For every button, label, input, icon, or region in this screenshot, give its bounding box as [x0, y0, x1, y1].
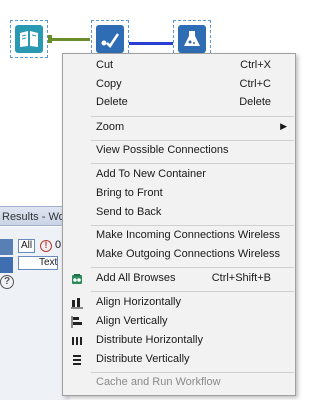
menu-separator: [91, 116, 294, 117]
align-horizontal-icon: [71, 298, 83, 309]
results-body: All ! 0 Text ?: [0, 227, 70, 400]
menu-item-zoom[interactable]: Zoom ▶: [63, 119, 295, 138]
delete-label: Delete: [96, 96, 128, 108]
distribute-horizontal-icon: [72, 337, 82, 345]
menu-item-send-back[interactable]: Send to Back: [63, 204, 295, 223]
menu-item-copy[interactable]: Copy Ctrl+C: [63, 76, 295, 95]
cut-shortcut: Ctrl+X: [240, 59, 271, 71]
error-icon[interactable]: !: [40, 240, 52, 252]
align-vertical-icon: [71, 316, 82, 328]
menu-item-align-horizontally[interactable]: Align Horizontally: [63, 294, 295, 313]
menu-separator: [91, 267, 294, 268]
chevron-right-icon: ▶: [280, 121, 287, 131]
connection-line[interactable]: [52, 38, 90, 41]
menu-item-cache-run: Cache and Run Workflow: [63, 374, 295, 393]
menu-item-distribute-vertically[interactable]: Distribute Vertically: [63, 351, 295, 370]
menu-separator: [91, 140, 294, 141]
menu-item-view-connections[interactable]: View Possible Connections: [63, 142, 295, 161]
distribute-horizontally-label: Distribute Horizontally: [96, 334, 203, 346]
zoom-label: Zoom: [96, 121, 125, 133]
distribute-vertically-label: Distribute Vertically: [96, 353, 190, 365]
incoming-wireless-label: Make Incoming Connections Wireless: [96, 229, 281, 241]
filter-all-button[interactable]: All: [18, 239, 36, 253]
menu-separator: [91, 291, 294, 292]
cut-label: Cut: [96, 59, 114, 71]
align-horizontally-label: Align Horizontally: [96, 296, 181, 308]
list-view-button[interactable]: [0, 257, 13, 273]
align-vertically-label: Align Vertically: [96, 315, 168, 327]
help-icon[interactable]: ?: [0, 275, 14, 289]
input-tool[interactable]: [10, 20, 48, 58]
outgoing-wireless-label: Make Outgoing Connections Wireless: [96, 248, 281, 260]
add-container-label: Add To New Container: [96, 168, 206, 180]
menu-separator: [91, 225, 294, 226]
add-browses-shortcut: Ctrl+Shift+B: [211, 272, 271, 284]
menu-item-add-browses[interactable]: Add All Browses Ctrl+Shift+B: [63, 270, 295, 289]
book-tool-icon: [15, 25, 43, 53]
menu-item-distribute-horizontally[interactable]: Distribute Horizontally: [63, 332, 295, 351]
results-pane: Results - Workflow All ! 0 Text ?: [0, 176, 70, 400]
lab-flask-tool-icon: [178, 25, 206, 53]
copy-shortcut: Ctrl+C: [239, 78, 271, 90]
send-back-label: Send to Back: [96, 206, 162, 218]
menu-item-cut[interactable]: Cut Ctrl+X: [63, 57, 295, 76]
menu-item-outgoing-wireless[interactable]: Make Outgoing Connections Wireless: [63, 246, 295, 265]
results-title: Results - Workflow: [0, 206, 70, 226]
menu-separator: [91, 163, 294, 164]
text-view-button[interactable]: Text: [18, 256, 58, 270]
add-browses-label: Add All Browses: [96, 272, 176, 284]
browse-icon: [72, 274, 82, 284]
menu-item-delete[interactable]: Delete Delete: [63, 94, 295, 113]
menu-separator: [91, 372, 294, 373]
context-menu: Cut Ctrl+X Copy Ctrl+C Delete Delete Zoo…: [62, 53, 296, 396]
connection-line[interactable]: [129, 42, 173, 45]
checkmark-tool-icon: [96, 25, 124, 53]
error-count: 0: [55, 239, 62, 251]
text-label: Text: [39, 257, 58, 268]
grid-view-button[interactable]: [0, 239, 13, 255]
view-connections-label: View Possible Connections: [96, 144, 229, 156]
menu-item-add-container[interactable]: Add To New Container: [63, 166, 295, 185]
menu-item-align-vertically[interactable]: Align Vertically: [63, 313, 295, 332]
distribute-vertical-icon: [73, 355, 81, 365]
bring-front-label: Bring to Front: [96, 187, 163, 199]
cache-run-label: Cache and Run Workflow: [96, 376, 221, 388]
menu-item-incoming-wireless[interactable]: Make Incoming Connections Wireless: [63, 227, 295, 246]
menu-item-bring-front[interactable]: Bring to Front: [63, 185, 295, 204]
copy-label: Copy: [96, 78, 122, 90]
delete-shortcut: Delete: [239, 96, 271, 108]
